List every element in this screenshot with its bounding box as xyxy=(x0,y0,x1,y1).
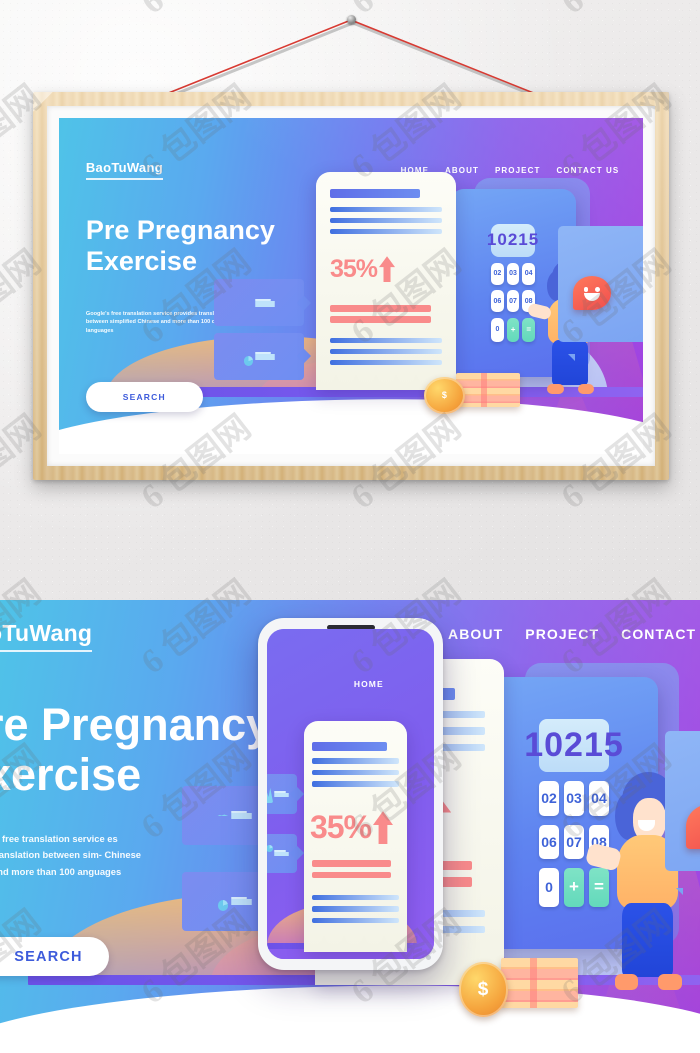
nav-item-contact-us[interactable]: CONTACT US xyxy=(556,166,619,175)
nav-item-about[interactable]: ABOUT xyxy=(445,166,479,175)
search-button[interactable]: SEARCH xyxy=(85,381,203,412)
bottom-search-button[interactable]: SEARCH xyxy=(0,937,109,976)
receipt-text-line xyxy=(329,217,443,224)
receipt-text-line xyxy=(329,348,443,355)
calc-key-07[interactable]: 07 xyxy=(563,824,585,860)
pie-chart-icon xyxy=(267,844,273,863)
banknotes-icon xyxy=(456,373,521,407)
phone-nav: HOME xyxy=(354,679,384,689)
calculator-keys: 02 03 04 06 07 08 0 + = xyxy=(491,262,535,342)
receipt-text-line xyxy=(312,781,399,787)
character-shoe-left xyxy=(614,974,639,990)
receipt-document: 35% xyxy=(315,171,457,391)
phone-camera-icon xyxy=(426,955,431,960)
frame-mat: BaoTuWang HOME ABOUT PROJECT CONTACT US … xyxy=(47,106,655,466)
bottom-hero-section: oTuWang ABOUT PROJECT CONTACT re Pregnan… xyxy=(0,600,700,1053)
calc-key-06[interactable]: 06 xyxy=(539,824,560,860)
receipt-highlight-line xyxy=(312,871,391,879)
info-card-lines xyxy=(274,790,289,797)
headline-line-2: Exercise xyxy=(85,245,197,276)
info-card-lines xyxy=(255,352,276,361)
nav-item-project[interactable]: PROJECT xyxy=(495,166,541,175)
headline-line-1: Pre Pregnancy xyxy=(85,215,275,246)
receipt-highlight-line xyxy=(312,859,391,867)
phone-art-layer: HOME 35% xyxy=(267,629,434,959)
calc-key-03[interactable]: 03 xyxy=(563,780,585,816)
calc-key-07[interactable]: 07 xyxy=(506,290,520,313)
calculator-display: 10215 xyxy=(524,719,623,772)
arrow-up-icon xyxy=(379,256,396,283)
headline-line-1: re Pregnancy xyxy=(0,698,272,750)
receipt-text-line xyxy=(329,337,443,344)
receipt-text-line xyxy=(312,769,399,776)
info-card-lines xyxy=(274,850,289,857)
receipt-highlight-line xyxy=(329,315,431,323)
receipt-text-line xyxy=(312,894,399,901)
area-chart-icon xyxy=(217,814,229,817)
bottom-nav: ABOUT PROJECT CONTACT xyxy=(448,626,696,642)
bottom-brand-logo[interactable]: oTuWang xyxy=(0,620,93,653)
info-card-lines xyxy=(230,811,252,820)
smiley-emoji-icon xyxy=(572,275,611,310)
calc-key-04[interactable]: 04 xyxy=(522,262,535,285)
picture-frame: BaoTuWang HOME ABOUT PROJECT CONTACT US … xyxy=(33,92,669,480)
arrow-up-icon xyxy=(372,811,393,845)
phone-receipt-document: 35% xyxy=(303,721,408,953)
poster-headline: Pre Pregnancy Exercise xyxy=(86,215,275,275)
percent-value: 35% xyxy=(329,254,396,284)
poster-art-layer: BaoTuWang HOME ABOUT PROJECT CONTACT US … xyxy=(59,118,643,454)
calc-key-plus[interactable]: + xyxy=(563,868,585,907)
percent-value: 35% xyxy=(310,809,393,846)
info-card-chart[interactable] xyxy=(267,774,298,814)
receipt-title-bar xyxy=(329,189,420,199)
calc-key-plus[interactable]: + xyxy=(506,317,520,342)
calculator-display: 10215 xyxy=(487,223,538,257)
nav-item-about[interactable]: ABOUT xyxy=(448,626,503,642)
calc-key-0[interactable]: 0 xyxy=(539,868,560,907)
receipt-highlight-line xyxy=(329,304,431,312)
info-card-lines xyxy=(230,897,252,906)
calc-key-02[interactable]: 02 xyxy=(539,780,560,816)
receipt-title-bar xyxy=(312,742,387,751)
character-shoe-right xyxy=(658,974,683,990)
calc-key-equals[interactable]: = xyxy=(522,317,535,342)
poster-artwork: BaoTuWang HOME ABOUT PROJECT CONTACT US … xyxy=(59,118,643,454)
receipt-text-line xyxy=(312,906,399,912)
percent-text: 35% xyxy=(309,809,372,846)
receipt-text-line xyxy=(329,228,443,235)
percent-text: 35% xyxy=(329,254,378,283)
nav-item-contact[interactable]: CONTACT xyxy=(621,626,696,642)
nav-item-project[interactable]: PROJECT xyxy=(525,626,599,642)
bottom-subcopy: 's free translation service es translati… xyxy=(0,833,141,877)
receipt-text-line xyxy=(329,359,443,366)
calc-key-02[interactable]: 02 xyxy=(491,262,504,285)
character-shoe-right xyxy=(577,384,595,394)
brand-logo[interactable]: BaoTuWang xyxy=(85,160,163,180)
info-card-pie[interactable] xyxy=(213,333,305,380)
receipt-torn-edge xyxy=(303,936,408,953)
speech-bubble xyxy=(665,731,700,896)
character-shoe-left xyxy=(546,384,564,394)
pie-chart-icon xyxy=(217,900,229,911)
receipt-text-line xyxy=(329,206,443,213)
nail-icon xyxy=(347,15,356,24)
receipt-text-line xyxy=(312,917,399,924)
info-card-chart[interactable] xyxy=(213,279,305,326)
calc-key-03[interactable]: 03 xyxy=(506,262,520,285)
info-card-pie[interactable] xyxy=(267,833,298,874)
coin-icon: $ xyxy=(424,376,465,414)
phone-screen: HOME 35% xyxy=(267,629,434,959)
banknotes-icon xyxy=(500,957,578,1008)
character-legs xyxy=(622,902,673,977)
area-chart-icon xyxy=(267,785,274,804)
phone-mockup: HOME 35% xyxy=(258,618,443,970)
calc-key-0[interactable]: 0 xyxy=(491,317,504,342)
info-card-lines xyxy=(255,298,276,307)
receipt-text-line xyxy=(312,758,399,764)
coin-icon: $ xyxy=(458,962,508,1017)
calc-key-06[interactable]: 06 xyxy=(491,290,504,313)
nav-item-home[interactable]: HOME xyxy=(354,679,384,689)
